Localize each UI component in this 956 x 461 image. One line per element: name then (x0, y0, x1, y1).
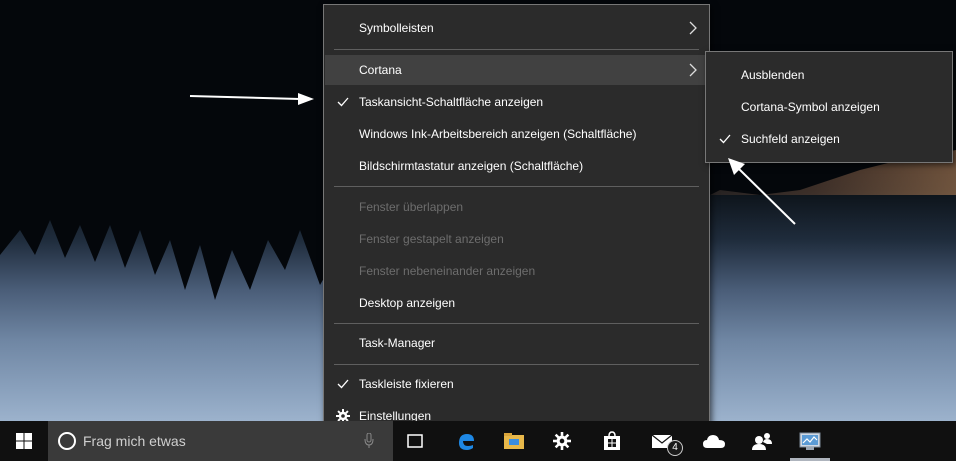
cortana-circle-icon (58, 432, 76, 450)
control-panel-button[interactable] (788, 421, 832, 461)
explorer-icon (504, 433, 524, 449)
task-view-button[interactable] (394, 421, 438, 461)
menu-item-label: Desktop anzeigen (359, 296, 456, 310)
control-panel-icon (799, 432, 821, 450)
menu-item-label: Task-Manager (359, 336, 436, 350)
chevron-right-icon (688, 13, 698, 43)
store-button[interactable] (590, 421, 634, 461)
menu-separator (334, 49, 699, 50)
search-box[interactable]: Frag mich etwas (48, 421, 393, 461)
menu-item-label: Taskansicht-Schaltfläche anzeigen (359, 95, 544, 109)
menu-item-fenster-gestapelt: Fenster gestapelt anzeigen (325, 224, 708, 254)
menu-item-fenster-nebeneinander: Fenster nebeneinander anzeigen (325, 256, 708, 286)
edge-button[interactable] (444, 421, 488, 461)
checkmark-icon (718, 124, 732, 154)
settings-gear-icon (553, 432, 571, 450)
menu-item-fenster-ueberlappen: Fenster überlappen (325, 192, 708, 222)
menu-item-taskleiste-fixieren[interactable]: Taskleiste fixieren (325, 369, 708, 399)
search-placeholder: Frag mich etwas (83, 433, 186, 449)
menu-item-label: Taskleiste fixieren (359, 377, 454, 391)
microphone-icon[interactable] (364, 433, 374, 449)
store-icon (604, 431, 620, 450)
task-view-icon (407, 434, 423, 448)
menu-item-windows-ink[interactable]: Windows Ink-Arbeitsbereich anzeigen (Sch… (325, 119, 708, 149)
submenu-item-ausblenden[interactable]: Ausblenden (707, 60, 951, 90)
windows-logo-icon (16, 433, 32, 449)
menu-item-label: Cortana-Symbol anzeigen (741, 100, 880, 114)
onedrive-icon (703, 435, 725, 448)
submenu-item-cortana-symbol[interactable]: Cortana-Symbol anzeigen (707, 92, 951, 122)
people-icon (752, 433, 772, 450)
submenu-item-suchfeld-anzeigen[interactable]: Suchfeld anzeigen (707, 124, 951, 154)
edge-icon (459, 434, 474, 450)
menu-item-label: Fenster gestapelt anzeigen (359, 232, 504, 246)
start-button[interactable] (0, 421, 48, 461)
cortana-submenu: Ausblenden Cortana-Symbol anzeigen Suchf… (705, 51, 953, 163)
taskbar-context-menu: Symbolleisten Cortana Taskansicht-Schalt… (323, 4, 710, 440)
menu-item-label: Fenster überlappen (359, 200, 464, 214)
menu-separator (334, 364, 699, 365)
mail-badge: 4 (667, 440, 683, 456)
menu-item-symbolleisten[interactable]: Symbolleisten (325, 13, 708, 43)
people-button[interactable] (740, 421, 784, 461)
menu-item-label: Symbolleisten (359, 21, 434, 35)
menu-item-cortana[interactable]: Cortana (325, 55, 708, 85)
explorer-button[interactable] (492, 421, 536, 461)
checkmark-icon (336, 87, 350, 117)
menu-separator (334, 186, 699, 187)
menu-separator (334, 323, 699, 324)
settings-button[interactable] (540, 421, 584, 461)
menu-item-taskansicht[interactable]: Taskansicht-Schaltfläche anzeigen (325, 87, 708, 117)
menu-item-label: Suchfeld anzeigen (741, 132, 840, 146)
onedrive-button[interactable] (692, 421, 736, 461)
menu-item-label: Bildschirmtastatur anzeigen (Schaltfläch… (359, 159, 584, 173)
menu-item-label: Ausblenden (741, 68, 805, 82)
chevron-right-icon (688, 55, 698, 85)
taskbar: Frag mich etwas 4 (0, 421, 956, 461)
menu-item-desktop-anzeigen[interactable]: Desktop anzeigen (325, 288, 708, 318)
menu-item-label: Windows Ink-Arbeitsbereich anzeigen (Sch… (359, 127, 637, 141)
checkmark-icon (336, 369, 350, 399)
menu-item-label: Fenster nebeneinander anzeigen (359, 264, 536, 278)
menu-item-task-manager[interactable]: Task-Manager (325, 328, 708, 358)
menu-item-bildschirmtastatur[interactable]: Bildschirmtastatur anzeigen (Schaltfläch… (325, 151, 708, 181)
menu-item-label: Cortana (359, 63, 402, 77)
